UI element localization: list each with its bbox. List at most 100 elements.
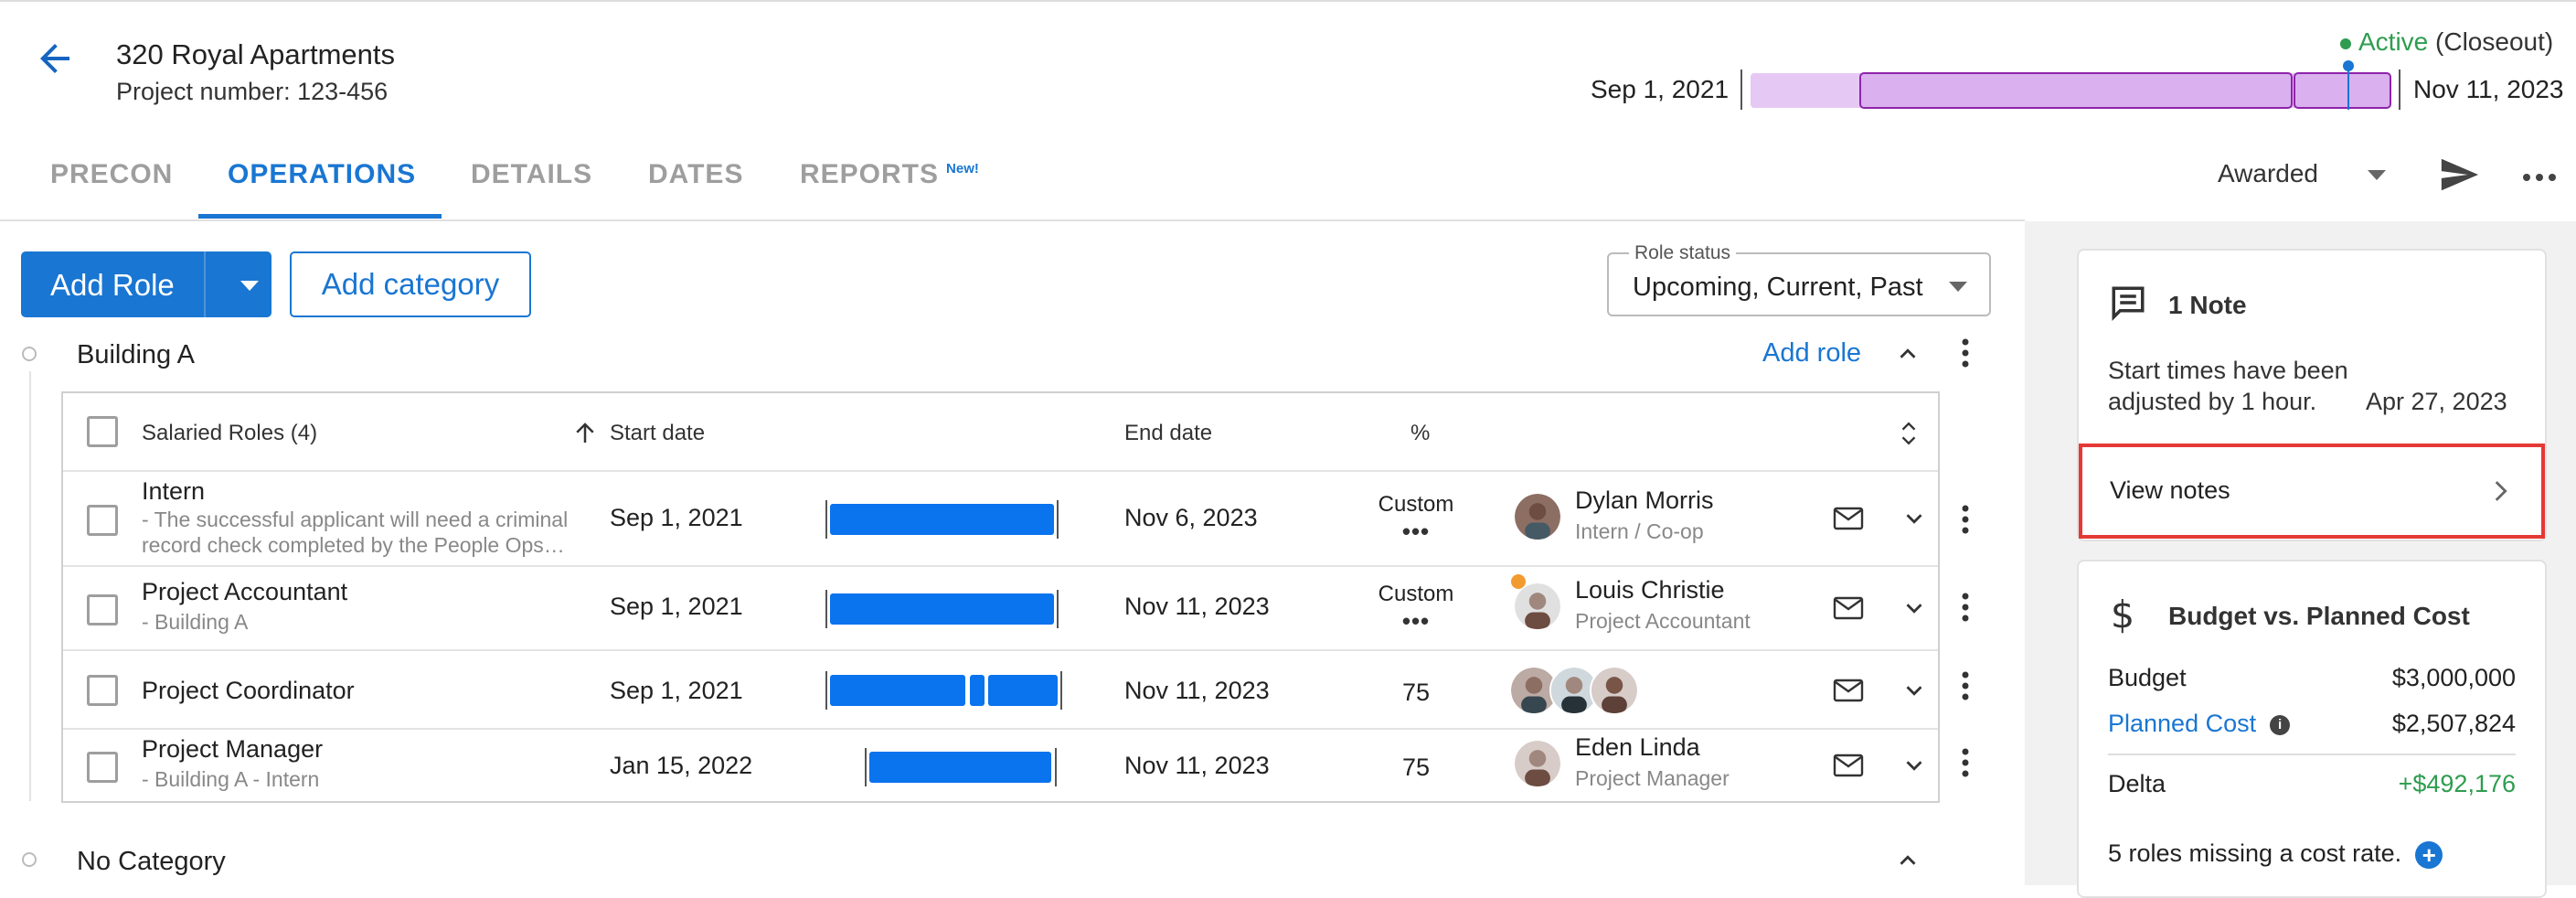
notes-title: 1 Note — [2168, 291, 2247, 319]
add-cost-rate-icon[interactable]: + — [2415, 840, 2443, 869]
budget-card: $ Budget vs. Planned Cost Budget $3,000,… — [2077, 560, 2547, 898]
add-role-label: Add Role — [50, 268, 175, 302]
gantt-bar — [825, 671, 1118, 710]
custom-dots-icon[interactable]: ••• — [1361, 607, 1471, 636]
note-text-line2: adjusted by 1 hour. — [2108, 388, 2317, 415]
row-checkbox[interactable] — [87, 505, 118, 536]
group-title: Building A — [77, 340, 195, 369]
delta-label: Delta — [2108, 770, 2166, 797]
tab-operations[interactable]: OPERATIONS — [228, 159, 416, 190]
planned-cost-row: Planned Cost i — [2108, 710, 2291, 738]
awarded-select[interactable]: Awarded — [2218, 159, 2318, 188]
row-checkbox[interactable] — [87, 752, 118, 783]
new-badge: New! — [946, 161, 979, 176]
person-name[interactable]: Louis Christie — [1575, 576, 1725, 604]
svg-text:$: $ — [2111, 594, 2134, 635]
person-role: Project Accountant — [1575, 609, 1751, 633]
table-row[interactable]: Project Accountant - Building A Sep 1, 2… — [63, 567, 1938, 651]
role-description: - The successful applicant will need a c… — [142, 508, 569, 531]
person-role: Intern / Co-op — [1575, 519, 1704, 543]
more-options-icon[interactable] — [2521, 159, 2558, 196]
add-role-button[interactable]: Add Role — [21, 251, 271, 317]
missing-cost-text: 5 roles missing a cost rate. — [2108, 839, 2402, 867]
gantt-bar — [825, 590, 1118, 628]
group-bullet — [22, 852, 37, 867]
tab-details[interactable]: DETAILS — [471, 159, 592, 190]
comment-icon — [2112, 286, 2145, 321]
awarded-dropdown-icon[interactable] — [2368, 170, 2386, 180]
group-bullet — [22, 347, 37, 361]
allocation-percent: 75 — [1401, 754, 1431, 781]
group-menu-icon[interactable] — [1960, 335, 1971, 371]
table-row[interactable]: Project Manager - Building A - Intern Ja… — [63, 730, 1938, 803]
timeline-end-date: Nov 11, 2023 — [2413, 75, 2564, 103]
planned-cost-link[interactable]: Planned Cost — [2108, 710, 2256, 737]
info-icon[interactable]: i — [2270, 714, 2291, 735]
header-percent[interactable]: % — [1410, 421, 1430, 446]
dollar-icon: $ — [2111, 594, 2134, 635]
roles-table: Salaried Roles (4) Start date End date %… — [61, 391, 1940, 803]
allocation-percent: Custom — [1378, 582, 1454, 606]
mail-icon[interactable] — [1833, 507, 1864, 530]
planned-cost-value: $2,507,824 — [2391, 710, 2516, 737]
status-phase: (Closeout) — [2435, 27, 2554, 56]
allocation-percent: Custom — [1378, 492, 1454, 517]
project-number: Project number: 123-456 — [116, 78, 389, 105]
send-icon[interactable] — [2436, 154, 2482, 196]
allocation-percent: 75 — [1401, 679, 1431, 706]
mail-icon[interactable] — [1833, 679, 1864, 702]
tab-reports[interactable]: REPORTS New! — [800, 159, 979, 190]
expand-row-chevron-icon[interactable] — [1900, 594, 1928, 622]
person-name[interactable]: Eden Linda — [1575, 733, 1700, 762]
select-all-checkbox[interactable] — [87, 416, 118, 447]
header-start-date[interactable]: Start date — [610, 421, 705, 446]
role-name: Intern — [142, 477, 206, 505]
row-checkbox[interactable] — [87, 594, 118, 625]
row-menu-icon[interactable] — [1960, 668, 1971, 704]
role-status-select[interactable]: Role status Upcoming, Current, Past — [1607, 242, 1991, 316]
expand-row-chevron-icon[interactable] — [1900, 505, 1928, 532]
budget-divider — [2108, 754, 2516, 755]
mail-icon[interactable] — [1833, 754, 1864, 777]
group-connector — [29, 371, 31, 801]
sort-ascending-icon[interactable] — [571, 419, 599, 448]
expand-collapse-all-icon[interactable] — [1897, 417, 1921, 450]
table-row[interactable]: Intern - The successful applicant will n… — [63, 472, 1938, 567]
status-dot-icon — [2340, 37, 2351, 49]
role-name: Project Coordinator — [142, 677, 355, 704]
tab-bar: PRECON OPERATIONS DETAILS DATES REPORTS N… — [0, 146, 2025, 219]
add-role-dropdown-icon[interactable] — [240, 281, 259, 291]
add-category-button[interactable]: Add category — [290, 251, 531, 317]
chevron-right-icon — [2495, 481, 2507, 501]
budget-title: Budget vs. Planned Cost — [2168, 602, 2470, 630]
group-add-role-link[interactable]: Add role — [1762, 338, 1861, 369]
mail-icon[interactable] — [1833, 596, 1864, 620]
row-checkbox[interactable] — [87, 675, 118, 706]
table-row[interactable]: Project Coordinator Sep 1, 2021 Nov 11, … — [63, 651, 1938, 730]
tab-reports-label: REPORTS — [800, 159, 940, 189]
expand-row-chevron-icon[interactable] — [1900, 677, 1928, 704]
view-notes-button[interactable]: View notes — [2079, 444, 2545, 539]
collapse-chevron-icon[interactable] — [1894, 340, 1921, 368]
expand-row-chevron-icon[interactable] — [1900, 752, 1928, 779]
row-menu-icon[interactable] — [1960, 744, 1971, 781]
avatar — [1513, 582, 1562, 631]
custom-dots-icon[interactable]: ••• — [1361, 518, 1471, 546]
tab-precon[interactable]: PRECON — [50, 159, 173, 190]
collapse-chevron-icon[interactable] — [1894, 847, 1921, 874]
budget-label: Budget — [2108, 664, 2187, 691]
row-menu-icon[interactable] — [1960, 589, 1971, 625]
back-arrow-icon[interactable] — [33, 37, 77, 80]
note-date: Apr 27, 2023 — [2366, 388, 2507, 415]
person-role: Project Manager — [1575, 766, 1730, 790]
row-menu-icon[interactable] — [1960, 501, 1971, 538]
header-divider — [0, 219, 2025, 221]
tab-dates[interactable]: DATES — [648, 159, 743, 190]
person-name[interactable]: Dylan Morris — [1575, 486, 1714, 515]
start-date: Sep 1, 2021 — [610, 504, 743, 531]
role-name: Project Accountant — [142, 578, 348, 605]
start-date: Sep 1, 2021 — [610, 677, 743, 704]
header-end-date[interactable]: End date — [1124, 421, 1212, 446]
missing-cost-rate: 5 roles missing a cost rate. + — [2108, 839, 2443, 869]
avatar — [1513, 739, 1562, 788]
